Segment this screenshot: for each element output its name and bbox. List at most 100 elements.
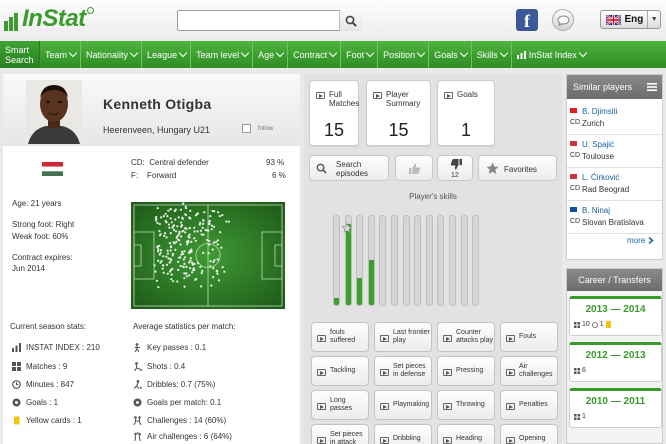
avg-stat-text: Dribbles: 0.7 (75%) [147, 380, 216, 389]
chevron-down-icon [328, 48, 338, 57]
skill-button[interactable]: Fouls [500, 322, 558, 352]
career-goals: 1 [599, 321, 604, 328]
skills-title: Player's skills [409, 192, 457, 201]
career-entry[interactable]: 2012 — 2013 6 [569, 342, 662, 382]
player-weak-foot: Weak foot: 60% [12, 232, 69, 241]
smart-search-label: Smart Search [5, 45, 34, 65]
goals-card[interactable]: Goals 1 [437, 80, 495, 146]
player-summary-card[interactable]: Player Summary 15 [366, 80, 431, 146]
avg-stat-text: Shots : 0.4 [147, 362, 186, 371]
air-challenge-icon [134, 432, 141, 441]
favorites-button[interactable]: Favorites [478, 155, 557, 181]
similar-player-name: U. Spajić [582, 140, 615, 149]
skill-button[interactable]: Set pieces in defense [374, 356, 432, 386]
similar-players-header: Similar players [567, 75, 662, 99]
skill-bar [449, 215, 456, 306]
skill-button[interactable]: Counter attacks play [437, 322, 495, 352]
similar-player-club: Zurich [582, 119, 605, 128]
skill-button[interactable]: Penalties [500, 390, 558, 420]
career-title: Career / Transfers [578, 275, 651, 285]
similar-player-item[interactable]: CD B. Djimsiti Zurich [567, 103, 662, 135]
skill-bar [402, 215, 410, 306]
chevron-down-icon [499, 48, 508, 57]
search-input[interactable] [177, 10, 361, 31]
avg-stat-row: Air challenges : 6 (64%) [133, 432, 232, 441]
similar-player-item[interactable]: CD B. Ninaj Slovan Bratislava [567, 202, 662, 234]
nav-foot[interactable]: Foot [340, 41, 377, 68]
like-button[interactable] [395, 155, 433, 181]
skill-button[interactable]: Opening [500, 424, 558, 444]
season-stat-text: Goals : 1 [26, 398, 59, 407]
chevron-down-icon: ▼ [647, 11, 660, 28]
skill-button-label: Playmaking [393, 401, 430, 408]
season-stat-text: INSTAT INDEX : 210 [26, 343, 100, 352]
similar-player-item[interactable]: CD U. Spajić Toulouse [567, 136, 662, 168]
skill-button[interactable]: Set pieces in attack [311, 424, 369, 444]
instat-logo[interactable]: InStat [4, 7, 94, 31]
nav-league[interactable]: League [141, 41, 190, 68]
skill-bar-fill [334, 297, 339, 305]
avg-stat-row: Shots : 0.4 [133, 362, 185, 371]
chevron-down-icon [68, 48, 78, 57]
skill-button[interactable]: Tackling [311, 356, 369, 386]
skill-button[interactable]: Playmaking [374, 390, 432, 420]
skill-button[interactable]: Last frontier play [374, 322, 432, 352]
chevron-down-icon [129, 48, 139, 57]
facebook-icon[interactable]: f [516, 9, 538, 31]
skill-bar [472, 215, 480, 306]
chevron-down-icon [240, 48, 250, 57]
search-episodes-button[interactable]: Search episodes [309, 155, 389, 181]
menu-icon[interactable] [647, 83, 657, 91]
clock-icon [591, 321, 598, 328]
career-entry[interactable]: 2013 — 2014 10 1 [569, 296, 662, 336]
nav-goals[interactable]: Goals [428, 41, 471, 68]
country-flag-icon [570, 141, 577, 146]
thumbs-up-icon [408, 163, 420, 174]
dislike-button[interactable]: 12 [437, 155, 473, 181]
career-header: Career / Transfers [567, 269, 662, 291]
nav-contract[interactable]: Contract [287, 41, 340, 68]
video-icon [443, 437, 452, 444]
skill-button[interactable]: Air challenges [500, 356, 558, 386]
nav-team[interactable]: Team [40, 41, 80, 68]
contract-label: Contract expires: [12, 253, 73, 262]
skill-button-label: Counter attacks play [456, 329, 493, 344]
position-name: Forward [147, 171, 177, 180]
nav-instat-index[interactable]: InStat Index [510, 41, 590, 68]
career-entry[interactable]: 2010 — 2011 1 [569, 388, 662, 428]
nav-age[interactable]: Age [252, 41, 287, 68]
skill-button-label: Last frontier play [393, 329, 430, 344]
favorites-label: Favorites [504, 165, 537, 174]
yellow-card-icon [14, 416, 20, 425]
chat-icon[interactable] [552, 9, 574, 31]
skill-button[interactable]: Throwing [437, 390, 495, 420]
skill-button[interactable]: Dribbling [374, 424, 432, 444]
career-years: 2013 — 2014 [585, 304, 646, 315]
grid-icon [574, 367, 580, 374]
smart-search-button[interactable]: Smart Search [0, 41, 40, 68]
full-matches-card[interactable]: Full Matches 15 [309, 80, 359, 146]
nav-label: Team [45, 49, 68, 60]
nav-nationality[interactable]: Nationality [80, 41, 141, 68]
skill-button-label: Tackling [330, 367, 356, 374]
chevron-right-icon [648, 237, 654, 244]
avg-stat-row: Challenges : 14 (60%) [133, 416, 226, 425]
season-stat-row: Goals : 1 [12, 398, 58, 407]
skill-button[interactable]: Long passes [311, 390, 369, 420]
skill-button[interactable]: fouls suffered [311, 322, 369, 352]
skill-button[interactable]: Pressing [437, 356, 495, 386]
nav-position[interactable]: Position [377, 41, 428, 68]
skill-button[interactable]: Heading [437, 424, 495, 444]
more-link[interactable]: more [627, 236, 654, 245]
logo-text: InStat [22, 5, 86, 32]
language-select[interactable]: Eng ▼ [600, 10, 661, 29]
country-flag-icon [570, 207, 577, 212]
similar-player-item[interactable]: CD L. Ćirković Rad Beograd [567, 169, 662, 201]
nav-skills[interactable]: Skills [470, 41, 511, 68]
skill-bar [356, 215, 364, 306]
avg-stat-row: Key passes : 0.1 [133, 343, 206, 352]
follow-checkbox[interactable] [242, 124, 251, 133]
card-label: Full Matches [329, 90, 360, 108]
search-button[interactable] [339, 10, 361, 31]
nav-team-level[interactable]: Team level [190, 41, 252, 68]
